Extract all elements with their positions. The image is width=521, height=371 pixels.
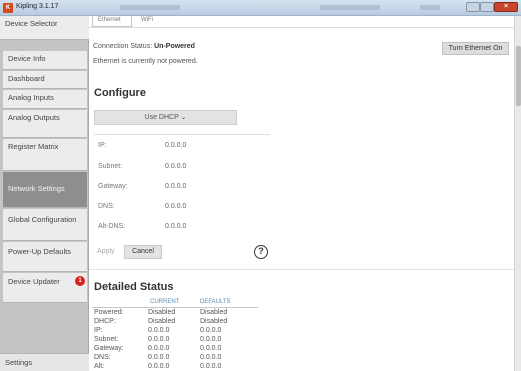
config-label: Alt-DNS: (98, 223, 126, 230)
status-default: Disabled (200, 309, 228, 316)
status-label: Subnet: (94, 336, 119, 343)
config-label: Gateway: (98, 183, 128, 190)
detailed-status-heading: Detailed Status (94, 281, 174, 293)
sidebar-item-device-updater[interactable]: Device Updater 1 (3, 273, 87, 303)
network-settings-panel: Ethernet WiFi Connection Status: Un-Powe… (89, 16, 514, 371)
status-current: 0.0.0.0 (148, 336, 170, 343)
status-default: Disabled (200, 318, 228, 325)
sidebar-item-power-up-defaults[interactable]: Power-Up Defaults (3, 242, 87, 272)
sidebar-item-analog-outputs[interactable]: Analog Outputs (3, 110, 87, 138)
sidebar-item-device-selector[interactable]: Device Selector (0, 16, 89, 40)
sidebar-item-label: Device Selector (5, 19, 58, 28)
column-header-current: CURRENT (150, 299, 180, 305)
status-default: 0.0.0.0 (200, 354, 222, 361)
status-current: 0.0.0.0 (148, 363, 170, 370)
connection-status: Connection Status: Un-Powered (93, 43, 195, 50)
sidebar-item-label: Analog Inputs (8, 93, 54, 102)
alt-dns-field[interactable]: 0.0.0.0 (165, 223, 186, 230)
status-default: 0.0.0.0 (200, 336, 222, 343)
sidebar-item-label: Dashboard (8, 74, 45, 83)
maximize-button[interactable] (480, 2, 494, 12)
sidebar: Device Selector Device Info Dashboard An… (0, 16, 89, 371)
notification-badge: 1 (75, 276, 85, 286)
connection-status-label: Connection Status: (93, 43, 153, 50)
sidebar-item-label: Settings (5, 358, 33, 367)
sidebar-item-register-matrix[interactable]: Register Matrix (3, 139, 87, 171)
tab-wifi[interactable]: WiFi (136, 16, 164, 27)
config-row-alt-dns: Alt-DNS: 0.0.0.0 (98, 223, 248, 233)
ip-field[interactable]: 0.0.0.0 (165, 142, 186, 149)
config-row-gateway: Gateway: 0.0.0.0 (98, 183, 248, 193)
configure-divider (94, 134, 270, 135)
sidebar-item-analog-inputs[interactable]: Analog Inputs (3, 90, 87, 109)
config-label: Subnet: (98, 163, 123, 170)
tab-divider (89, 27, 514, 28)
status-default: 0.0.0.0 (200, 363, 222, 370)
window-title: Kipling 3.1.17 (16, 3, 59, 10)
turn-ethernet-on-button[interactable]: Turn Ethernet On (442, 42, 509, 55)
status-default: 0.0.0.0 (200, 345, 222, 352)
status-current: 0.0.0.0 (148, 345, 170, 352)
status-row-powered: Powered: Disabled Disabled (94, 309, 264, 318)
status-label: DNS: (94, 354, 111, 361)
sidebar-item-label: Analog Outputs (8, 113, 60, 122)
title-bar: K Kipling 3.1.17 × (0, 0, 521, 16)
blurred-title-area (420, 5, 440, 10)
status-label: IP: (94, 327, 103, 334)
apply-button[interactable]: Apply (97, 248, 115, 255)
status-current: Disabled (148, 318, 176, 325)
status-row-subnet: Subnet: 0.0.0.0 0.0.0.0 (94, 336, 264, 345)
status-label: Powered: (94, 309, 124, 316)
connection-status-value: Un-Powered (154, 43, 195, 50)
scrollbar-thumb[interactable] (516, 46, 521, 106)
column-header-defaults: DEFAULTS (200, 299, 231, 305)
sidebar-item-network-settings[interactable]: Network Settings (3, 172, 87, 208)
subnet-field[interactable]: 0.0.0.0 (165, 163, 186, 170)
config-row-subnet: Subnet: 0.0.0.0 (98, 163, 248, 173)
kipling-logo-icon: K (3, 3, 13, 13)
blurred-title-area (120, 5, 180, 10)
config-row-ip: IP: 0.0.0.0 (98, 142, 248, 152)
status-current: Disabled (148, 309, 176, 316)
sidebar-item-label: Device Updater (8, 277, 60, 286)
status-current: 0.0.0.0 (148, 327, 170, 334)
config-row-dns: DNS: 0.0.0.0 (98, 203, 248, 213)
status-row-alt: Alt: 0.0.0.0 0.0.0.0 (94, 363, 264, 371)
dhcp-select[interactable]: Use DHCP ⌄ (94, 110, 237, 125)
config-label: IP: (98, 142, 107, 149)
status-row-gateway: Gateway: 0.0.0.0 0.0.0.0 (94, 345, 264, 354)
blurred-title-area (320, 5, 380, 10)
sidebar-item-label: Device Info (8, 54, 46, 63)
status-label: Alt: (94, 363, 105, 370)
cancel-button[interactable]: Cancel (124, 245, 162, 259)
sidebar-item-label: Register Matrix (8, 142, 59, 151)
config-label: DNS: (98, 203, 115, 210)
vertical-scrollbar[interactable] (514, 16, 521, 371)
status-label: DHCP: (94, 318, 116, 325)
status-row-dhcp: DHCP: Disabled Disabled (94, 318, 264, 327)
ethernet-message: Ethernet is currently not powered. (93, 58, 198, 65)
dns-field[interactable]: 0.0.0.0 (165, 203, 186, 210)
status-divider (89, 269, 514, 270)
gateway-field[interactable]: 0.0.0.0 (165, 183, 186, 190)
status-current: 0.0.0.0 (148, 354, 170, 361)
sidebar-item-settings[interactable]: Settings (0, 353, 89, 371)
status-label: Gateway: (94, 345, 124, 352)
status-default: 0.0.0.0 (200, 327, 222, 334)
sidebar-item-global-configuration[interactable]: Global Configuration (3, 209, 87, 241)
sidebar-item-label: Network Settings (8, 184, 65, 193)
close-icon: × (503, 3, 509, 10)
sidebar-item-label: Power-Up Defaults (8, 247, 71, 256)
sidebar-item-device-info[interactable]: Device Info (3, 51, 87, 70)
close-button[interactable]: × (494, 2, 518, 12)
sidebar-item-dashboard[interactable]: Dashboard (3, 71, 87, 89)
tab-ethernet[interactable]: Ethernet (92, 16, 132, 27)
minimize-button[interactable] (466, 2, 480, 12)
sidebar-item-label: Global Configuration (8, 215, 77, 224)
status-header-line (92, 307, 258, 308)
status-row-dns: DNS: 0.0.0.0 0.0.0.0 (94, 354, 264, 363)
configure-heading: Configure (94, 87, 146, 99)
help-icon[interactable]: ? (254, 245, 268, 259)
status-row-ip: IP: 0.0.0.0 0.0.0.0 (94, 327, 264, 336)
